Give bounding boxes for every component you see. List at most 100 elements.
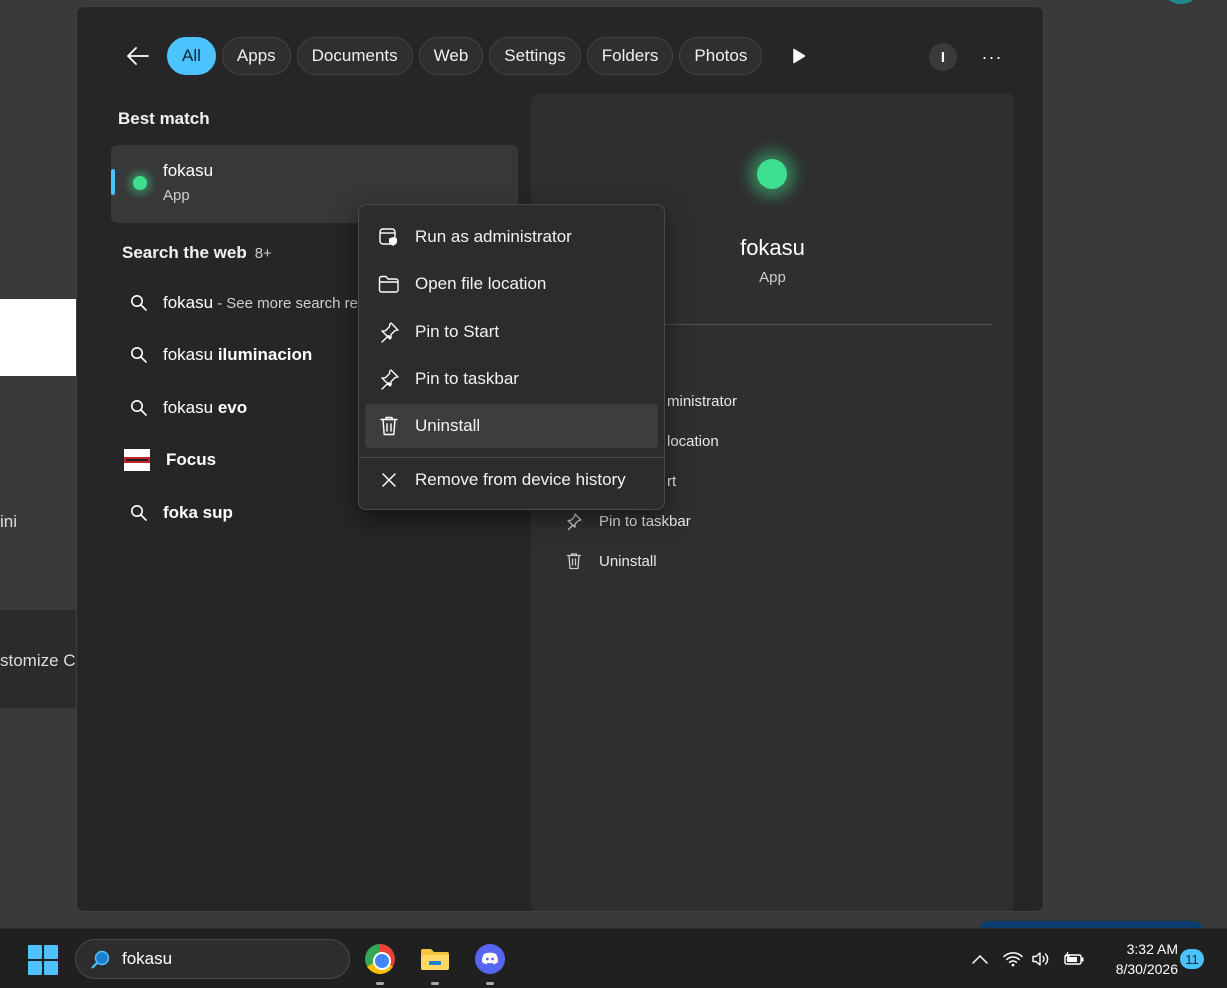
folder-open-icon — [377, 272, 401, 296]
fokasu-app-icon — [133, 176, 147, 190]
clock[interactable]: 3:32 AM 8/30/2026 — [1096, 939, 1178, 979]
web-result[interactable]: fokasu iluminacion — [129, 342, 312, 368]
detail-action-label: Pin to taskbar — [599, 512, 691, 530]
menu-item-uninstall[interactable]: Uninstall — [365, 404, 658, 448]
arrow-left-icon — [127, 47, 149, 65]
best-match-heading: Best match — [118, 109, 210, 128]
back-button[interactable] — [121, 37, 155, 75]
menu-item-remove-from-history[interactable]: Remove from device history — [365, 458, 658, 502]
menu-item-open-file-location[interactable]: Open file location — [365, 262, 658, 306]
menu-item-label: Run as administrator — [415, 227, 572, 246]
pin-icon — [565, 512, 583, 530]
web-result-query: fokasu — [163, 293, 214, 312]
background-text-fragment: stomize C — [0, 651, 76, 670]
search-web-heading: Search the web 8+ — [122, 243, 272, 263]
web-result-prefix: fokasu — [163, 345, 218, 364]
battery-charging-icon — [1064, 951, 1084, 965]
show-hidden-icons-button[interactable] — [968, 954, 992, 964]
detail-pin-start[interactable]: rt — [667, 470, 676, 492]
tab-apps[interactable]: Apps — [221, 37, 291, 75]
background-window-fragment — [0, 299, 76, 376]
detail-pin-taskbar[interactable]: Pin to taskbar — [565, 510, 691, 532]
taskbar-search-value: fokasu — [122, 949, 173, 968]
search-icon — [129, 503, 149, 523]
detail-run-as-admin[interactable]: ministrator — [667, 390, 737, 412]
more-filters-button[interactable] — [782, 37, 816, 75]
pin-icon — [377, 320, 401, 344]
notification-badge[interactable]: 11 — [1180, 949, 1204, 969]
search-web-title: Search the web — [122, 243, 247, 262]
web-result[interactable]: foka sup — [129, 500, 233, 526]
web-result[interactable]: fokasu - See more search re — [129, 290, 358, 316]
selection-indicator — [111, 169, 115, 195]
web-result-hint: - See more search re — [217, 294, 358, 312]
tab-folders[interactable]: Folders — [586, 37, 674, 75]
running-indicator — [486, 982, 494, 985]
taskbar-search-box[interactable]: fokasu — [75, 939, 350, 979]
web-result-suggestion: evo — [217, 398, 248, 417]
system-tray — [968, 941, 1086, 977]
tab-web[interactable]: Web — [418, 37, 484, 75]
detail-action-label: rt — [667, 472, 677, 490]
start-button[interactable] — [28, 945, 58, 975]
more-options-button[interactable]: ··· — [975, 40, 1009, 74]
web-result-suggestion: iluminacion — [217, 345, 313, 364]
file-explorer-taskbar-button[interactable] — [419, 943, 451, 985]
discord-icon — [475, 944, 505, 974]
tab-all[interactable]: All — [167, 37, 216, 75]
trash-icon — [377, 414, 401, 438]
search-web-count: 8+ — [254, 245, 272, 262]
pin-icon — [377, 367, 401, 391]
web-result[interactable]: fokasu evo — [129, 395, 247, 421]
best-match-type: App — [163, 187, 190, 204]
web-result-prefix: fokasu — [163, 398, 218, 417]
tab-photos[interactable]: Photos — [679, 37, 763, 75]
menu-item-label: Uninstall — [415, 416, 481, 435]
menu-item-label: Open file location — [415, 274, 547, 293]
play-icon — [793, 48, 806, 64]
battery-button[interactable] — [1062, 951, 1086, 967]
wifi-icon — [1003, 952, 1023, 967]
account-avatar[interactable]: I — [929, 43, 957, 71]
chevron-up-icon — [972, 954, 988, 964]
discord-taskbar-button[interactable] — [474, 943, 506, 985]
running-indicator — [376, 982, 384, 985]
speaker-icon — [1032, 952, 1049, 966]
filter-bar: All Apps Documents Web Settings Folders … — [121, 37, 816, 75]
tab-settings[interactable]: Settings — [489, 37, 581, 75]
web-result-suggestion: foka sup — [163, 503, 233, 522]
admin-shield-icon — [377, 225, 401, 249]
network-button[interactable] — [1002, 951, 1024, 967]
background-app-icon — [1162, 0, 1200, 4]
context-menu: Run as administrator Open file location … — [358, 204, 665, 510]
file-explorer-icon — [421, 949, 449, 970]
menu-item-pin-to-taskbar[interactable]: Pin to taskbar — [365, 357, 658, 401]
best-match-name: fokasu — [163, 161, 214, 180]
detail-action-label: ministrator — [667, 392, 738, 410]
background-text-fragment: ini — [0, 512, 18, 531]
volume-button[interactable] — [1030, 951, 1052, 967]
menu-item-label: Pin to taskbar — [415, 369, 519, 388]
clock-time: 3:32 AM — [1126, 941, 1178, 957]
tab-documents[interactable]: Documents — [296, 37, 413, 75]
menu-item-pin-to-start[interactable]: Pin to Start — [365, 310, 658, 354]
detail-uninstall[interactable]: Uninstall — [565, 550, 657, 572]
menu-item-label: Pin to Start — [415, 322, 500, 341]
fokasu-app-icon — [757, 159, 787, 189]
taskbar: fokasu 3:32 AM 8/30/2026 11 — [0, 928, 1227, 988]
clock-date: 8/30/2026 — [1115, 961, 1178, 977]
focus-thumbnail-icon — [124, 449, 150, 471]
search-icon — [129, 345, 149, 365]
windows-logo-icon — [28, 945, 42, 959]
menu-item-run-as-administrator[interactable]: Run as administrator — [365, 215, 658, 259]
web-result[interactable]: Focus — [124, 447, 216, 473]
chrome-taskbar-button[interactable] — [364, 943, 396, 985]
menu-item-label: Remove from device history — [415, 470, 626, 489]
detail-open-location[interactable]: location — [667, 430, 719, 452]
detail-action-label: location — [667, 432, 719, 450]
search-icon — [129, 398, 149, 418]
detail-action-label: Uninstall — [599, 552, 657, 570]
chrome-icon — [365, 944, 395, 974]
web-result-suggestion: Focus — [166, 450, 217, 469]
close-icon — [377, 468, 401, 492]
